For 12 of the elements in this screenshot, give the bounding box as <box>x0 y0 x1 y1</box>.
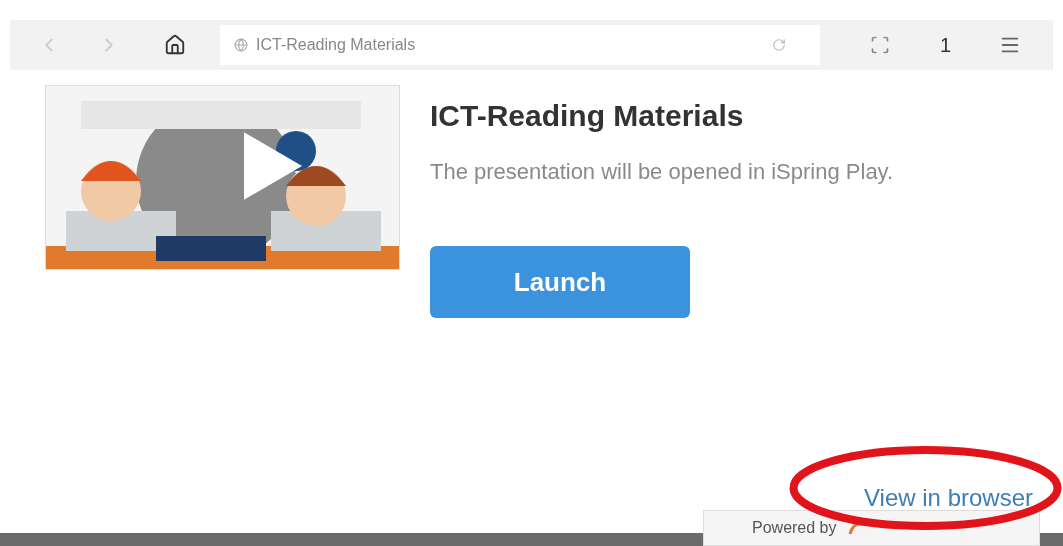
play-icon[interactable] <box>244 131 302 201</box>
address-text: ICT-Reading Materials <box>256 35 417 55</box>
presentation-title: ICT-Reading Materials <box>430 98 745 134</box>
powered-by-text: Powered by <box>752 518 837 538</box>
globe-icon <box>234 38 248 52</box>
scan-icon[interactable] <box>870 35 890 55</box>
address-bar[interactable]: ICT-Reading Materials <box>220 25 820 65</box>
reload-icon[interactable] <box>772 38 786 52</box>
description-text: The presentation will be opened in iSpring Play. <box>430 158 895 186</box>
home-icon[interactable] <box>164 34 186 56</box>
tab-count[interactable]: 1 <box>940 30 952 60</box>
launch-button[interactable]: Launch <box>430 246 690 318</box>
